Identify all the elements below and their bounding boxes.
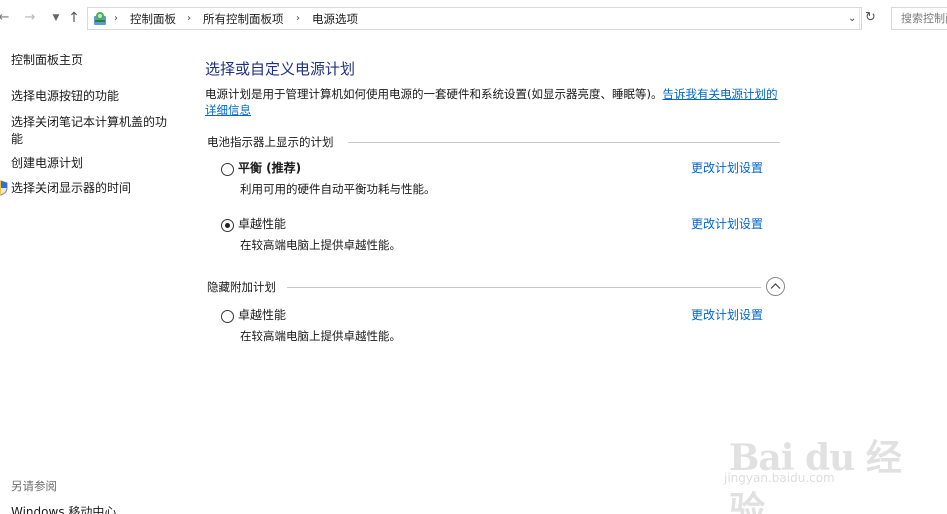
plan-name-balanced[interactable]: 平衡 (推荐)	[238, 160, 301, 176]
breadcrumb-separator: ›	[296, 13, 300, 24]
section-divider	[348, 142, 780, 143]
page-title: 选择或自定义电源计划	[205, 60, 356, 78]
chevron-up-icon	[770, 283, 781, 289]
breadcrumb[interactable]: › 控制面板 › 所有控制面板项 › 电源选项 ⌄ ↻	[87, 7, 876, 30]
watermark: Bai du 经验 jingyan.baidu.com	[724, 411, 904, 514]
watermark-url: jingyan.baidu.com	[724, 471, 835, 485]
plan-desc-ultimate-hidden: 在较高端电脑上提供卓越性能。	[240, 329, 401, 343]
plan-desc-balanced: 利用可用的硬件自动平衡功耗与性能。	[240, 182, 436, 196]
sidebar-item-create-plan[interactable]: 创建电源计划	[11, 155, 83, 172]
address-divider	[859, 8, 860, 29]
sidebar-item-home[interactable]: 控制面板主页	[11, 52, 83, 69]
sidebar-item-mobility-center[interactable]: Windows 移动中心	[11, 503, 116, 514]
up-arrow-icon[interactable]: ↑	[67, 9, 81, 27]
back-arrow-icon[interactable]: ←	[0, 9, 11, 27]
breadcrumb-control-panel[interactable]: 控制面板	[130, 10, 176, 28]
shield-icon	[0, 180, 8, 196]
sidebar-item-power-button[interactable]: 选择电源按钮的功能	[11, 88, 119, 105]
plan-radio-ultimate-hidden[interactable]	[221, 310, 234, 323]
plan-name-ultimate-hidden[interactable]: 卓越性能	[238, 307, 286, 323]
refresh-icon[interactable]: ↻	[865, 9, 876, 27]
sidebar-item-display-off[interactable]: 选择关闭显示器的时间	[11, 180, 131, 197]
plan-desc-ultimate: 在较高端电脑上提供卓越性能。	[240, 238, 401, 252]
plan-radio-balanced[interactable]	[221, 163, 234, 176]
search-input[interactable]: 搜索控制面	[891, 7, 947, 30]
forward-arrow-icon[interactable]: →	[23, 9, 37, 27]
search-placeholder: 搜索控制面	[901, 12, 947, 25]
collapse-hidden-plans-button[interactable]	[766, 277, 785, 296]
change-plan-settings-ultimate[interactable]: 更改计划设置	[691, 216, 763, 232]
change-plan-settings-ultimate-hidden[interactable]: 更改计划设置	[691, 307, 763, 323]
chevron-down-icon[interactable]: ▼	[49, 9, 63, 27]
address-dropdown-icon[interactable]: ⌄	[848, 10, 856, 28]
page-description: 电源计划是用于管理计算机如何使用电源的一套硬件和系统设置(如显示器亮度、睡眠等)…	[205, 86, 785, 118]
address-bar: ← → ▼ ↑ › 控制面板 › 所有控制面板项 › 电源选项 ⌄ ↻ 搜索控制…	[0, 0, 947, 38]
sidebar: 控制面板主页 选择电源按钮的功能 选择关闭笔记本计算机盖的功能 创建电源计划 选…	[0, 38, 190, 514]
sidebar-item-lid-close[interactable]: 选择关闭笔记本计算机盖的功能	[11, 114, 176, 148]
section-divider	[287, 287, 761, 288]
breadcrumb-power-options[interactable]: 电源选项	[312, 10, 358, 28]
breadcrumb-separator: ›	[187, 13, 191, 24]
hidden-section-heading: 隐藏附加计划	[207, 280, 276, 294]
plan-name-ultimate[interactable]: 卓越性能	[238, 216, 286, 232]
description-text: 电源计划是用于管理计算机如何使用电源的一套硬件和系统设置(如显示器亮度、睡眠等)…	[205, 87, 663, 101]
battery-section-heading: 电池指示器上显示的计划	[207, 135, 334, 149]
breadcrumb-all-items[interactable]: 所有控制面板项	[203, 10, 284, 28]
plan-radio-ultimate[interactable]	[221, 219, 234, 232]
breadcrumb-separator: ›	[114, 13, 118, 24]
control-panel-icon	[94, 12, 106, 25]
change-plan-settings-balanced[interactable]: 更改计划设置	[691, 160, 763, 176]
see-also-heading: 另请参阅	[11, 479, 57, 493]
